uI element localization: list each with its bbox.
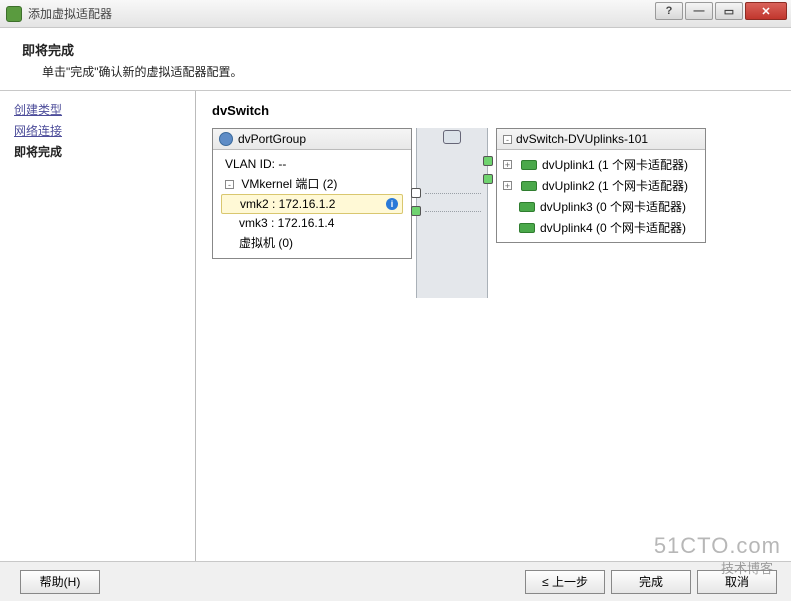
page-title: 即将完成 — [22, 40, 769, 59]
nav-step-finish: 即将完成 — [14, 143, 181, 160]
window-title: 添加虚拟适配器 — [28, 5, 112, 22]
vlan-label: VLAN ID: — [225, 157, 275, 171]
expand-icon[interactable]: + — [503, 160, 512, 169]
portgroup-body: VLAN ID: -- - VMkernel 端口 (2) vmk2 : 172… — [213, 150, 411, 258]
port-left-2 — [411, 206, 421, 216]
wizard-content: dvSwitch dvPortGroup VLAN ID: -- - VMker… — [196, 91, 791, 561]
uplinks-header: - dvSwitch-DVUplinks-101 — [497, 129, 705, 150]
uplink1-row[interactable]: + dvUplink1 (1 个网卡适配器) — [503, 154, 699, 175]
close-button[interactable]: ✕ — [745, 2, 787, 20]
back-button[interactable]: ≤ 上一步 — [525, 570, 605, 594]
portgroup-icon — [219, 132, 233, 146]
finish-button[interactable]: 完成 — [611, 570, 691, 594]
vmk3-label: vmk3 : 172.16.1.4 — [239, 216, 334, 230]
port-right-1 — [483, 156, 493, 166]
maximize-button[interactable]: ▭ — [715, 2, 743, 20]
uplinks-body: + dvUplink1 (1 个网卡适配器) + dvUplink2 (1 个网… — [497, 150, 705, 242]
minimize-button[interactable]: — — [685, 2, 713, 20]
wizard-body: 创建类型 网络连接 即将完成 dvSwitch dvPortGroup VLAN… — [0, 91, 791, 561]
collapse-icon[interactable]: - — [225, 180, 234, 189]
vmk2-label: vmk2 : 172.16.1.2 — [240, 197, 335, 211]
uplink1-label: dvUplink1 (1 个网卡适配器) — [542, 156, 688, 173]
vmk3-row[interactable]: vmk3 : 172.16.1.4 — [221, 214, 403, 232]
link-line-2 — [425, 211, 481, 212]
portgroup-panel: dvPortGroup VLAN ID: -- - VMkernel 端口 (2… — [212, 128, 412, 259]
nic-icon — [521, 181, 537, 191]
titlebar: 添加虚拟适配器 ? — ▭ ✕ — [0, 0, 791, 28]
dvswitch-title: dvSwitch — [212, 103, 775, 118]
vm-label: 虚拟机 (0) — [239, 236, 293, 250]
nic-icon — [521, 160, 537, 170]
port-left-1 — [411, 188, 421, 198]
uplink3-row[interactable]: dvUplink3 (0 个网卡适配器) — [503, 196, 699, 217]
vlan-value: -- — [278, 157, 286, 171]
info-icon[interactable]: i — [386, 198, 398, 210]
collapse-icon[interactable]: - — [503, 135, 512, 144]
vlan-row: VLAN ID: -- — [221, 155, 403, 173]
vmkernel-header-row[interactable]: - VMkernel 端口 (2) — [221, 173, 403, 194]
nic-icon — [519, 202, 535, 212]
port-right-2 — [483, 174, 493, 184]
uplink4-label: dvUplink4 (0 个网卡适配器) — [540, 219, 686, 236]
link-line-1 — [425, 193, 481, 194]
help-window-button[interactable]: ? — [655, 2, 683, 20]
button-bar: 帮助(H) ≤ 上一步 完成 取消 — [0, 561, 791, 601]
vmkernel-header: VMkernel 端口 (2) — [241, 177, 337, 191]
vm-row: 虚拟机 (0) — [221, 232, 403, 253]
app-icon — [6, 6, 22, 22]
uplinks-panel: - dvSwitch-DVUplinks-101 + dvUplink1 (1 … — [496, 128, 706, 243]
expand-icon[interactable]: + — [503, 181, 512, 190]
vmk2-row[interactable]: vmk2 : 172.16.1.2 i — [221, 194, 403, 214]
page-subtitle: 单击"完成"确认新的虚拟适配器配置。 — [42, 63, 769, 80]
topology-diagram: dvPortGroup VLAN ID: -- - VMkernel 端口 (2… — [212, 128, 775, 298]
watermark-site: 51CTO.com — [654, 533, 781, 559]
nav-step-create-type[interactable]: 创建类型 — [14, 101, 181, 118]
switch-column — [416, 128, 488, 298]
switch-icon — [443, 130, 461, 144]
portgroup-header: dvPortGroup — [213, 129, 411, 150]
uplink4-row[interactable]: dvUplink4 (0 个网卡适配器) — [503, 217, 699, 238]
uplinks-name: dvSwitch-DVUplinks-101 — [516, 132, 648, 146]
uplink2-label: dvUplink2 (1 个网卡适配器) — [542, 177, 688, 194]
help-button[interactable]: 帮助(H) — [20, 570, 100, 594]
window-controls: ? — ▭ ✕ — [653, 2, 787, 20]
uplink2-row[interactable]: + dvUplink2 (1 个网卡适配器) — [503, 175, 699, 196]
portgroup-name: dvPortGroup — [238, 132, 306, 146]
watermark-tag: 技术博客 — [721, 558, 773, 577]
wizard-header: 即将完成 单击"完成"确认新的虚拟适配器配置。 — [0, 28, 791, 91]
uplink3-label: dvUplink3 (0 个网卡适配器) — [540, 198, 686, 215]
nic-icon — [519, 223, 535, 233]
nav-step-network-connect[interactable]: 网络连接 — [14, 122, 181, 139]
wizard-nav: 创建类型 网络连接 即将完成 — [0, 91, 196, 561]
